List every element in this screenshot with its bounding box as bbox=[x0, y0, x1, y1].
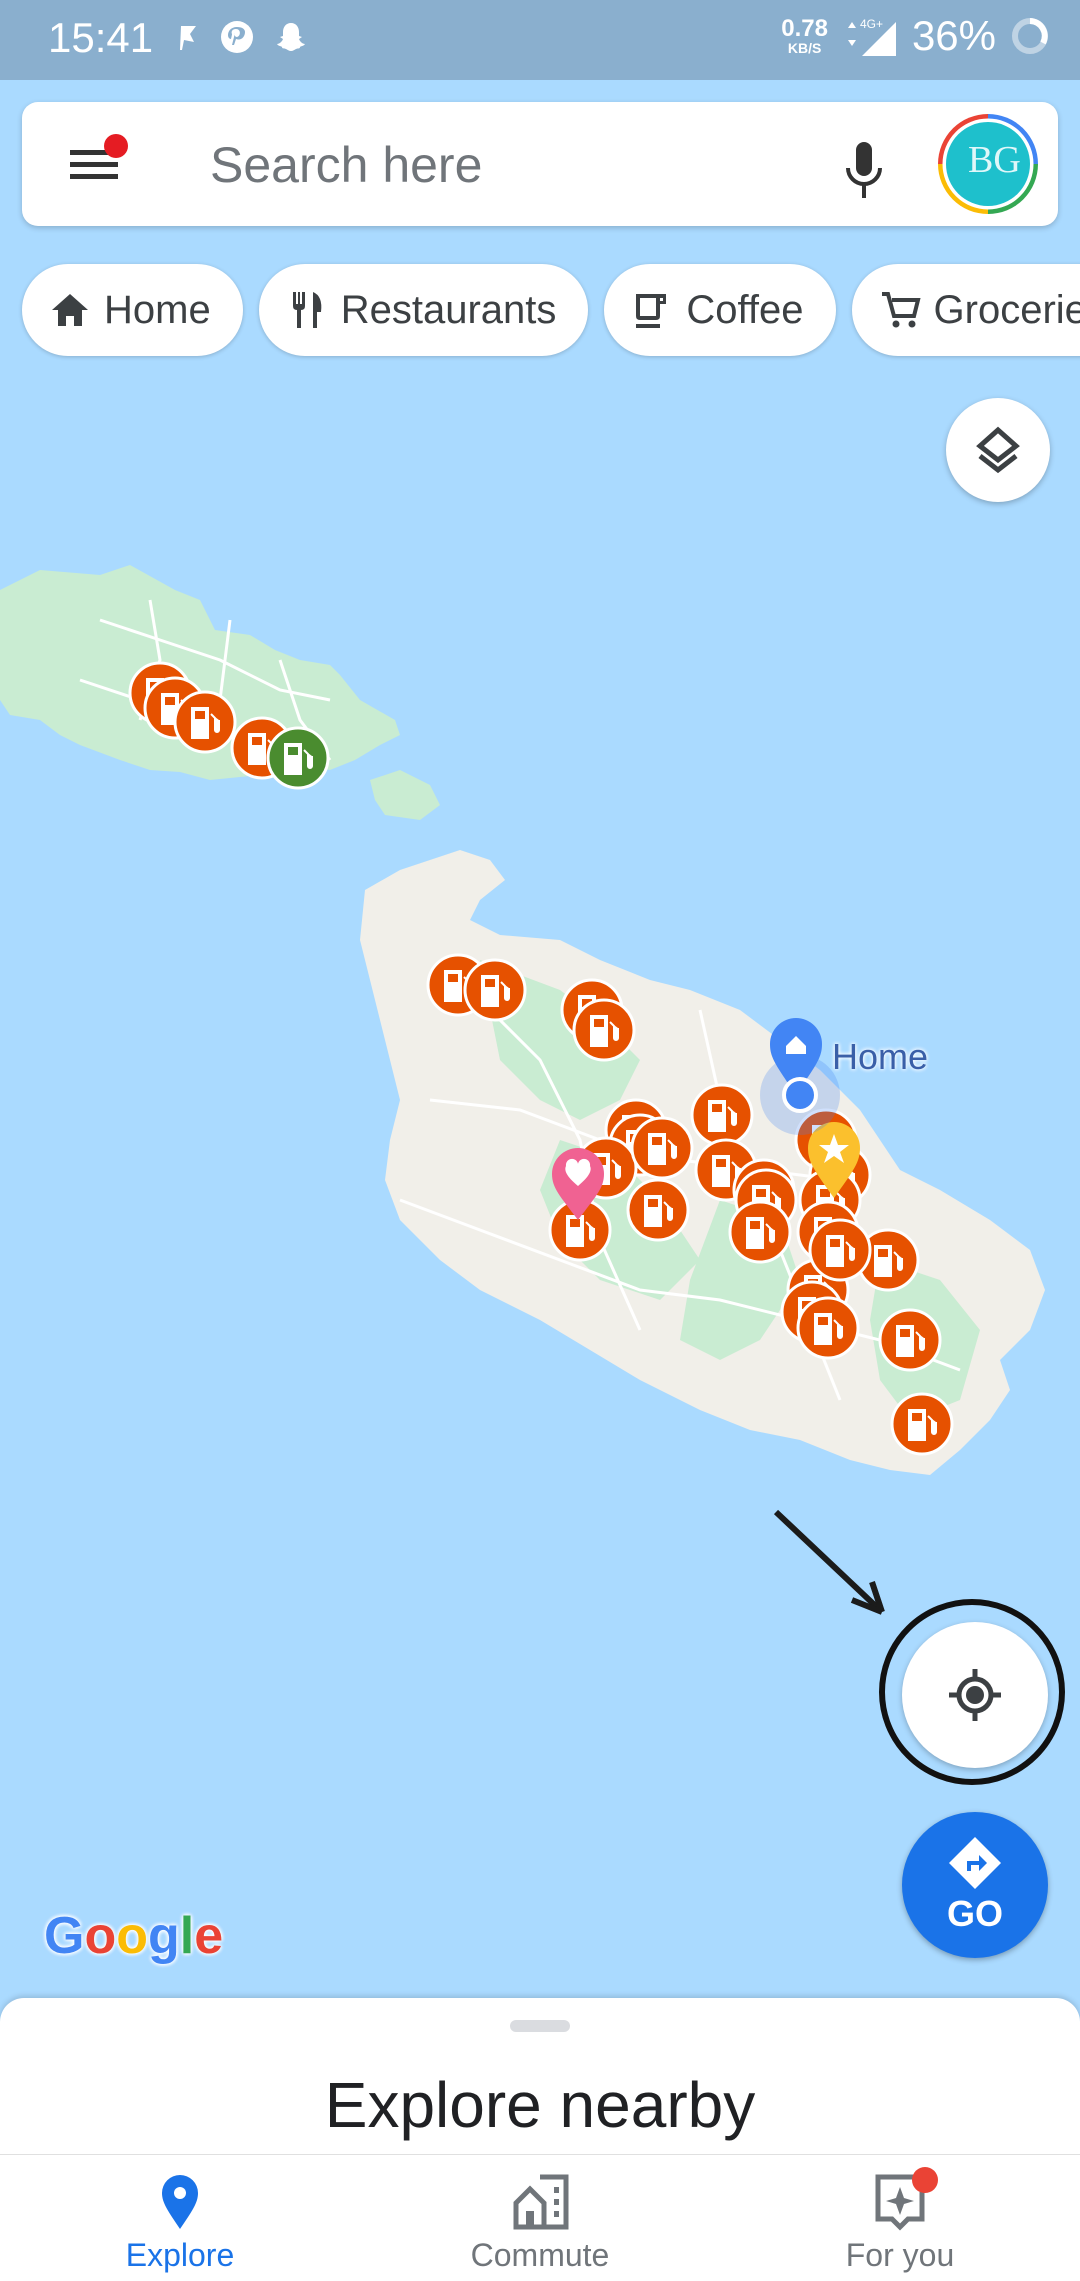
home-map-label: Home bbox=[832, 1036, 929, 1077]
snapchat-icon bbox=[277, 23, 305, 51]
gas-station-marker[interactable] bbox=[878, 1308, 942, 1372]
gas-station-marker[interactable] bbox=[690, 1083, 754, 1147]
layers-button[interactable] bbox=[946, 398, 1050, 502]
gas-station-marker[interactable] bbox=[626, 1178, 690, 1242]
my-location-button[interactable] bbox=[902, 1622, 1048, 1768]
gas-station-marker[interactable] bbox=[796, 1296, 860, 1360]
cart-icon bbox=[881, 292, 921, 328]
chip-restaurants[interactable]: Restaurants bbox=[258, 264, 589, 356]
sheet-drag-handle[interactable] bbox=[510, 2020, 570, 2032]
pinterest-icon bbox=[221, 21, 253, 53]
nav-for-you[interactable]: For you bbox=[720, 2155, 1080, 2281]
navigation-flag-icon bbox=[180, 26, 196, 50]
battery-percent: 36% bbox=[911, 12, 996, 59]
google-logo: Google bbox=[44, 1907, 224, 1965]
chip-home[interactable]: Home bbox=[22, 264, 243, 356]
annotation-arrow bbox=[773, 1509, 885, 1615]
search-input[interactable] bbox=[208, 132, 812, 198]
gas-station-marker[interactable] bbox=[572, 998, 636, 1062]
commute-icon bbox=[513, 2174, 569, 2230]
status-notification-icons bbox=[178, 20, 308, 54]
gas-station-marker[interactable] bbox=[173, 690, 237, 754]
sheet-title: Explore nearby bbox=[324, 2069, 756, 2141]
nav-explore[interactable]: Explore bbox=[0, 2155, 360, 2281]
gas-station-marker[interactable] bbox=[808, 1218, 872, 1282]
explore-pin-icon bbox=[162, 2175, 198, 2229]
notification-dot bbox=[104, 134, 128, 158]
svg-text:BG: BG bbox=[968, 139, 1021, 181]
status-system-icons: 0.78 KB/S 4G+ 36% bbox=[781, 12, 1050, 60]
chip-groceries[interactable]: Groceries bbox=[851, 264, 1080, 356]
go-button[interactable]: GO bbox=[902, 1812, 1048, 1958]
menu-button[interactable] bbox=[66, 134, 128, 190]
gas-station-marker[interactable] bbox=[728, 1200, 792, 1264]
net-speed: 0.78 KB/S bbox=[781, 15, 828, 56]
layers-icon bbox=[976, 426, 1020, 474]
gas-station-marker[interactable] bbox=[463, 958, 527, 1022]
microphone-icon[interactable] bbox=[842, 140, 886, 200]
restaurant-icon bbox=[292, 292, 322, 328]
battery-ring-icon bbox=[1012, 18, 1048, 54]
my-location-icon bbox=[949, 1669, 1001, 1721]
category-chips: Home Restaurants Coffee Groceries bbox=[22, 264, 1080, 356]
status-bar: 15:41 0.78 KB/S 4G+ 36% bbox=[0, 0, 1080, 80]
nav-commute[interactable]: Commute bbox=[360, 2155, 720, 2281]
signal-4g-icon: 4G+ bbox=[847, 17, 896, 56]
home-icon bbox=[52, 294, 88, 326]
search-bar: BG bbox=[22, 102, 1058, 226]
gas-station-marker[interactable] bbox=[266, 726, 330, 790]
chip-coffee[interactable]: Coffee bbox=[604, 264, 836, 356]
bottom-navigation: Explore Commute For you bbox=[0, 2154, 1080, 2281]
account-avatar[interactable]: BG bbox=[938, 114, 1038, 214]
directions-icon bbox=[949, 1837, 1001, 1889]
gas-station-marker[interactable] bbox=[630, 1116, 694, 1180]
status-time: 15:41 bbox=[48, 14, 154, 61]
coffee-icon bbox=[636, 294, 667, 328]
gas-station-marker[interactable] bbox=[890, 1392, 954, 1456]
svg-text:4G+: 4G+ bbox=[860, 17, 883, 31]
explore-sheet[interactable]: Explore nearby bbox=[0, 1998, 1080, 2158]
for-you-badge bbox=[912, 2167, 938, 2193]
